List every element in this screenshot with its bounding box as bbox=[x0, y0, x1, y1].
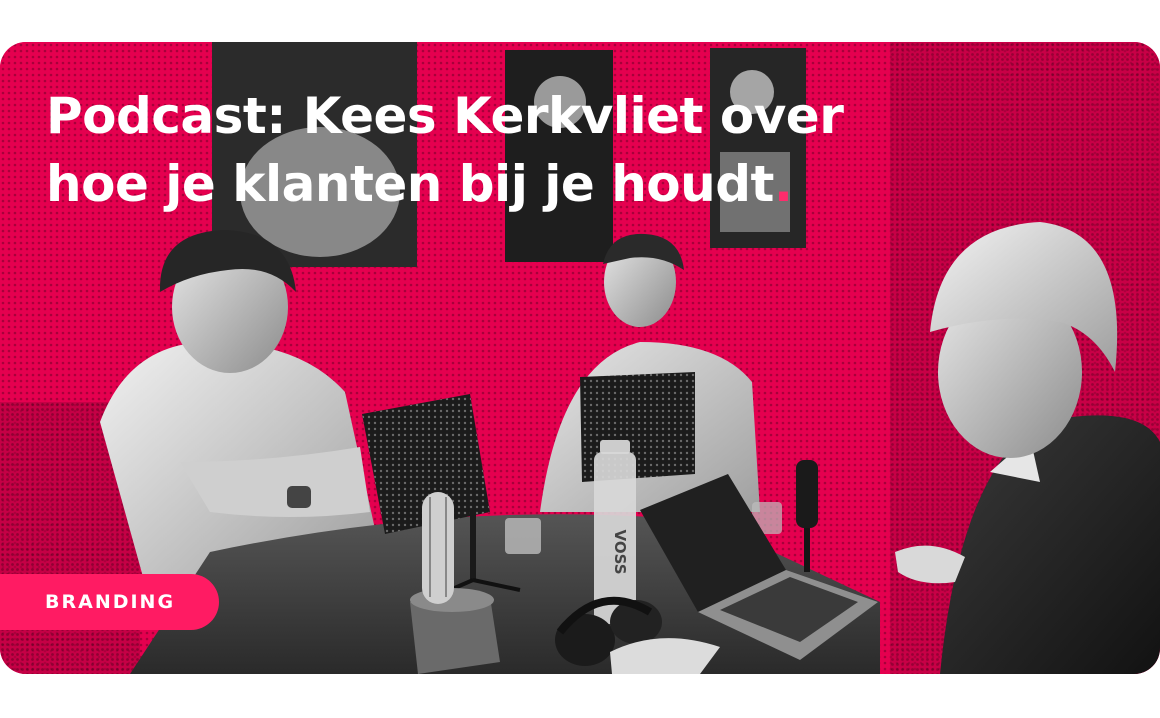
glass bbox=[505, 518, 541, 554]
title-line-2: hoe je klanten bij je houdt. bbox=[46, 150, 946, 218]
title-line-2-text: hoe je klanten bij je houdt bbox=[46, 155, 774, 213]
water-bottle: VOSS bbox=[594, 440, 636, 624]
title-end-mark: . bbox=[773, 155, 793, 213]
bottle-label: VOSS bbox=[611, 529, 629, 574]
article-title[interactable]: Podcast: Kees Kerkvliet over hoe je klan… bbox=[46, 82, 946, 218]
title-line-1: Podcast: Kees Kerkvliet over bbox=[46, 87, 844, 145]
article-card[interactable]: VOSS Podcast: Kees Kerkvliet over hoe je… bbox=[0, 42, 1160, 674]
category-tag[interactable]: BRANDING bbox=[0, 574, 220, 630]
